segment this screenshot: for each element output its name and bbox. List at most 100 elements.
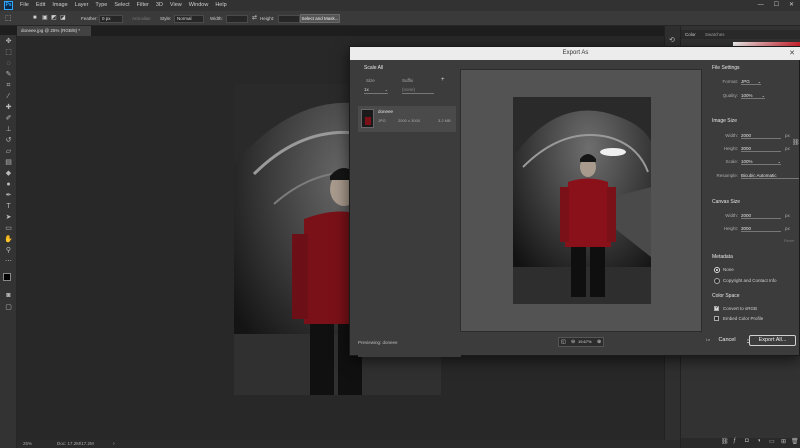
adjustment-layer-icon[interactable]: ◑: [757, 438, 761, 444]
style-select[interactable]: Normal: [174, 14, 204, 23]
eyedropper-tool-icon[interactable]: ⁄: [4, 92, 13, 101]
fit-to-view-icon[interactable]: ◱: [561, 338, 566, 346]
suffix-input[interactable]: (none): [402, 87, 434, 94]
tab-swatches[interactable]: Swatches: [705, 30, 725, 39]
metadata-none-radio[interactable]: [714, 267, 720, 273]
dodge-tool-icon[interactable]: ●: [4, 180, 13, 189]
move-tool-icon[interactable]: ✥: [4, 37, 13, 46]
menu-view[interactable]: View: [170, 0, 182, 11]
export-as-dialog: Export As ✕ Scale All Size Suffix + 1x ⌄…: [349, 46, 800, 357]
menu-help[interactable]: Help: [215, 0, 226, 11]
intersect-selection-icon[interactable]: ◪: [60, 11, 66, 26]
menu-select[interactable]: Select: [114, 0, 129, 11]
link-dimensions-icon[interactable]: ⛓: [792, 139, 800, 146]
delete-layer-icon[interactable]: 🗑: [791, 438, 799, 445]
clone-stamp-tool-icon[interactable]: ⊥: [4, 125, 13, 134]
select-and-mask-button[interactable]: Select and Mask...: [300, 14, 340, 23]
preview-zoom-control: ◱ ⊖ 19.67% ⊕: [558, 337, 604, 347]
new-layer-icon[interactable]: ⊞: [781, 438, 786, 445]
format-select[interactable]: JPG ⌄: [741, 79, 761, 85]
canvas-height-label: Height:: [723, 226, 738, 231]
menu-filter[interactable]: Filter: [137, 0, 149, 11]
minimize-icon[interactable]: —: [758, 0, 764, 11]
subtract-selection-icon[interactable]: ◩: [51, 11, 57, 26]
export-all-button[interactable]: Export All...: [749, 335, 796, 346]
new-selection-icon[interactable]: ■: [33, 11, 37, 26]
link-layers-icon[interactable]: ⛓: [721, 438, 729, 445]
canvas-height-input[interactable]: 3000: [741, 226, 781, 232]
add-selection-icon[interactable]: ▣: [42, 11, 48, 26]
menu-type[interactable]: Type: [95, 0, 107, 11]
brush-tool-icon[interactable]: ✐: [4, 114, 13, 123]
height-input[interactable]: [278, 14, 300, 23]
size-select[interactable]: 1x ⌄: [364, 87, 388, 94]
status-bar: 25% Doc: 17.2M/17.2M ›: [17, 440, 680, 448]
zoom-tool-icon[interactable]: ⚲: [4, 246, 13, 255]
tab-color[interactable]: Color: [685, 30, 696, 39]
lasso-tool-icon[interactable]: ◌: [4, 59, 13, 68]
history-panel-icon[interactable]: ⟲: [669, 36, 675, 44]
preview-area[interactable]: [460, 69, 702, 332]
width-input[interactable]: [226, 14, 248, 23]
height-label: Height:: [260, 16, 275, 21]
resample-select[interactable]: Bicubic Automatic: [741, 173, 799, 179]
add-mask-icon[interactable]: ◘: [745, 438, 749, 444]
blur-tool-icon[interactable]: ◆: [4, 169, 13, 178]
cancel-button[interactable]: Cancel: [710, 335, 744, 346]
canvas-reset-link[interactable]: Reset: [784, 238, 794, 243]
embed-profile-checkbox[interactable]: [714, 316, 719, 321]
canvas-width-input[interactable]: 2000: [741, 213, 781, 219]
maximize-icon[interactable]: ☐: [774, 0, 779, 11]
image-height-input[interactable]: 3000: [741, 146, 781, 152]
status-arrow-icon[interactable]: ›: [113, 440, 115, 448]
healing-brush-tool-icon[interactable]: ✚: [4, 103, 13, 112]
rectangle-tool-icon[interactable]: ▭: [4, 224, 13, 233]
scale-select[interactable]: 100% ⌄: [741, 159, 781, 165]
suffix-column-label: Suffix: [402, 78, 414, 83]
pen-tool-icon[interactable]: ✒: [4, 191, 13, 200]
asset-thumbnail-row[interactable]: doneee JPG 2000 x 3000 3.2 MB: [358, 106, 456, 132]
asset-thumbnail: [361, 109, 374, 128]
layer-style-icon[interactable]: ƒ: [733, 438, 736, 444]
menu-edit[interactable]: Edit: [36, 0, 45, 11]
zoom-out-icon[interactable]: ⊖: [571, 338, 575, 346]
history-brush-tool-icon[interactable]: ↺: [4, 136, 13, 145]
metadata-copyright-label: Copyright and Contact Info: [723, 278, 777, 283]
path-selection-tool-icon[interactable]: ➤: [4, 213, 13, 222]
metadata-none-label: None: [723, 267, 734, 272]
quick-mask-icon[interactable]: ◙: [4, 291, 13, 300]
quick-select-tool-icon[interactable]: ✎: [4, 70, 13, 79]
document-tab[interactable]: doneee.jpg @ 25% (RGB/8) *: [17, 26, 91, 36]
feather-input[interactable]: 0 px: [99, 14, 123, 23]
type-tool-icon[interactable]: T: [4, 202, 13, 211]
new-group-icon[interactable]: ▭: [769, 438, 775, 445]
convert-srgb-checkbox[interactable]: ✓: [714, 305, 719, 311]
foreground-color-swatch[interactable]: [3, 273, 11, 281]
crop-tool-icon[interactable]: ⌗: [4, 81, 13, 90]
dialog-title: Export As: [562, 50, 589, 56]
menu-window[interactable]: Window: [189, 0, 209, 11]
image-width-label: Width:: [725, 133, 738, 138]
menu-file[interactable]: File: [20, 0, 29, 11]
eraser-tool-icon[interactable]: ▱: [4, 147, 13, 156]
add-scale-icon[interactable]: +: [441, 77, 445, 83]
metadata-copyright-radio[interactable]: [714, 278, 720, 284]
quality-select[interactable]: 100% ⌄: [741, 93, 765, 99]
status-zoom[interactable]: 25%: [23, 440, 32, 448]
menu-image[interactable]: Image: [52, 0, 67, 11]
marquee-tool-icon[interactable]: ⬚: [5, 11, 12, 26]
gradient-tool-icon[interactable]: ▤: [4, 158, 13, 167]
menu-layer[interactable]: Layer: [75, 0, 89, 11]
marquee-tool-icon[interactable]: ⬚: [4, 48, 13, 57]
swap-icon[interactable]: ⇄: [252, 11, 257, 26]
document-tab-title: doneee.jpg @ 25% (RGB/8) *: [21, 28, 81, 33]
menu-3d[interactable]: 3D: [156, 0, 163, 11]
image-width-input[interactable]: 2000: [741, 133, 781, 139]
close-window-icon[interactable]: ✕: [789, 0, 794, 11]
antialias-checkbox[interactable]: Anti-alias: [132, 11, 151, 26]
hand-tool-icon[interactable]: ✋: [4, 235, 13, 244]
more-tools-icon[interactable]: ⋯: [4, 257, 13, 266]
screen-mode-icon[interactable]: ▢: [4, 303, 13, 312]
zoom-in-icon[interactable]: ⊕: [597, 338, 601, 346]
dialog-close-icon[interactable]: ✕: [789, 47, 795, 60]
